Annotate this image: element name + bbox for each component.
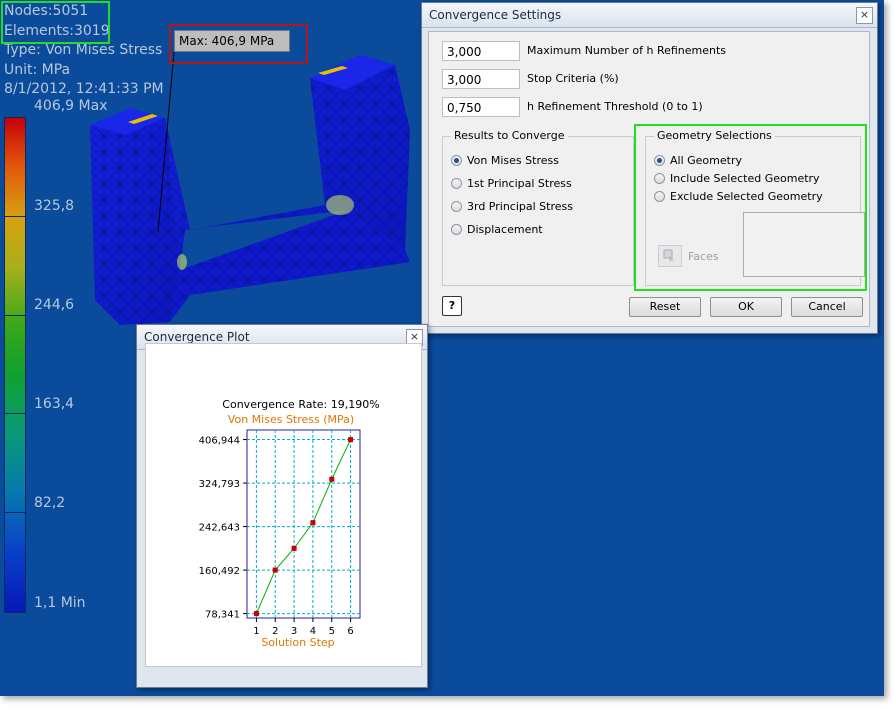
data-point [329,476,335,482]
y-tick-label: 406,944 [199,436,240,447]
plot-area: Convergence Rate: 19,190% Von Mises Stre… [145,343,422,667]
legend-max-label: 406,9 Max [34,98,108,114]
refinement-threshold-label: h Refinement Threshold (0 to 1) [527,100,703,113]
radio-label: 3rd Principal Stress [467,200,573,213]
radio-label: Displacement [467,223,543,236]
radio-icon [451,201,462,212]
results-to-converge-group: Results to Converge Von Mises Stress 1st… [442,129,634,286]
data-point [291,545,297,551]
data-point [253,611,259,617]
data-point [272,567,278,573]
data-point [348,437,354,443]
color-legend-bar [4,117,26,613]
settings-panel: 3,000 Maximum Number of h Refinements 3,… [428,31,870,327]
max-refinements-label: Maximum Number of h Refinements [527,44,727,57]
y-tick-label: 78,341 [205,610,240,621]
data-point [310,520,316,526]
stop-criteria-label: Stop Criteria (%) [527,72,619,85]
ok-button[interactable]: OK [710,297,782,317]
info-date: 8/1/2012, 12:41:33 PM [4,81,164,97]
settings-close-button[interactable]: × [856,7,873,24]
legend-label: 244,6 [34,297,75,313]
refinement-threshold-input[interactable]: 0,750 [442,97,520,117]
legend-tick [4,216,26,217]
radio-label: Von Mises Stress [467,154,559,167]
cancel-button[interactable]: Cancel [791,297,863,317]
radio-selected-icon [451,155,462,166]
chart-title: Convergence Rate: 19,190% [222,398,379,411]
plot-title: Convergence Plot [144,330,250,344]
reset-button[interactable]: Reset [629,297,701,317]
legend-tick [4,512,26,513]
legend-label: 163,4 [34,396,75,412]
convergence-settings-dialog: Convergence Settings × 3,000 Maximum Num… [421,2,878,334]
highlight-geometry-box [634,124,867,291]
chart-frame [246,429,361,619]
max-refinements-input[interactable]: 3,000 [442,41,520,61]
x-axis-ticks: 123456 [253,618,354,637]
legend-label: 82,2 [34,495,66,511]
legend-tick [4,413,26,414]
y-tick-label: 242,643 [199,523,240,534]
convergence-plot-window: Convergence Plot × Convergence Rate: 19,… [136,324,428,688]
radio-icon [451,224,462,235]
convergence-chart: Convergence Rate: 19,190% Von Mises Stre… [199,398,380,649]
y-tick-label: 160,492 [199,566,240,577]
legend-tick [4,315,26,316]
info-unit: Unit: MPa [4,61,71,78]
x-tick-label: 6 [347,626,353,637]
x-tick-label: 1 [253,626,259,637]
radio-displacement[interactable]: Displacement [451,223,543,237]
stop-criteria-input[interactable]: 3,000 [442,69,520,89]
x-axis-label: Solution Step [261,636,334,649]
settings-titlebar[interactable]: Convergence Settings × [422,3,877,28]
legend-label: 325,8 [34,198,75,214]
results-group-title: Results to Converge [451,129,568,142]
y-axis-ticks: 406,944 324,793 242,643 160,492 78,341 [199,436,247,621]
radio-icon [451,178,462,189]
radio-von-mises[interactable]: Von Mises Stress [451,154,559,168]
radio-label: 1st Principal Stress [467,177,572,190]
radio-1st-principal[interactable]: 1st Principal Stress [451,177,572,191]
highlight-max-box [169,24,308,64]
y-tick-label: 324,793 [199,479,240,490]
radio-3rd-principal[interactable]: 3rd Principal Stress [451,200,573,214]
chart-subtitle: Von Mises Stress (MPa) [228,413,354,426]
legend-min-label: 1,1 Min [34,595,86,611]
settings-title: Convergence Settings [429,8,562,22]
help-button[interactable]: ? [442,296,462,316]
viewport[interactable]: Nodes:5051 Elements:3019 Type: Von Mises… [0,0,884,696]
highlight-info-box [1,1,110,44]
